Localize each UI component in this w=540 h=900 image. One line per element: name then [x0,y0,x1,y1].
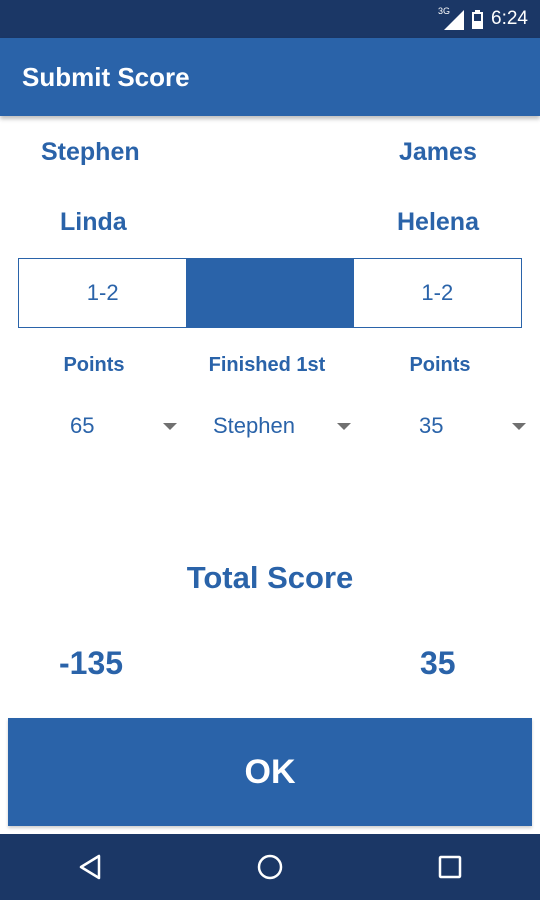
battery-icon [472,9,484,29]
total-score-title: Total Score [186,560,354,595]
segment-left[interactable]: 1-2 [19,259,186,327]
chevron-down-icon [512,423,526,430]
right-points-spinner[interactable]: 35 [398,406,532,446]
back-icon[interactable] [60,837,120,897]
network-type: 3G [438,6,451,16]
right-total-score: 35 [420,645,456,681]
finished-first-label: Finished 1st [208,354,326,376]
status-time: 6:24 [491,8,528,29]
home-icon[interactable] [240,837,300,897]
ok-button[interactable]: OK [8,718,532,826]
chevron-down-icon [337,423,351,430]
left-total-score: -135 [59,645,124,681]
team-right-player-2: Helena [397,208,479,236]
system-nav-bar [0,834,540,900]
chevron-down-icon [163,423,177,430]
page-title: Submit Score [22,61,190,92]
team-left-player-1: Stephen [41,138,140,166]
finished-first-spinner[interactable]: Stephen [213,406,363,446]
status-bar: 3G 6:24 [0,0,540,38]
segment-middle[interactable] [186,259,354,327]
right-points-label: Points [409,354,471,376]
left-points-spinner[interactable]: 65 [50,406,180,446]
app-bar: Submit Score [0,38,540,116]
right-points-value: 35 [419,413,444,438]
segment-right[interactable]: 1-2 [354,259,521,327]
left-points-value: 65 [70,413,95,438]
team-left-player-2: Linda [60,208,127,236]
recents-icon[interactable] [420,837,480,897]
team-right-player-1: James [399,138,477,166]
result-segmented-control: 1-2 1-2 [18,258,522,328]
finished-first-value: Stephen [213,413,295,438]
signal-icon: 3G [438,6,465,30]
left-points-label: Points [63,354,125,376]
